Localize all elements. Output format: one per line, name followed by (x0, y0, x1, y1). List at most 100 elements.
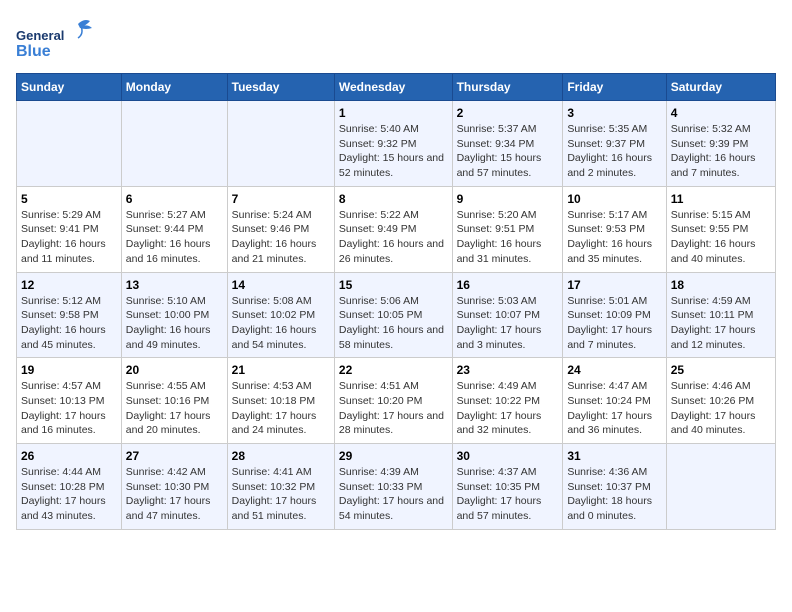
week-row-4: 19Sunrise: 4:57 AM Sunset: 10:13 PM Dayl… (17, 358, 776, 444)
week-row-2: 5 Sunrise: 5:29 AM Sunset: 9:41 PM Daylig… (17, 186, 776, 272)
day-cell: 9 Sunrise: 5:20 AM Sunset: 9:51 PM Daylig… (452, 186, 563, 272)
day-cell: 11 Sunrise: 5:15 AM Sunset: 9:55 PM Dayli… (666, 186, 775, 272)
day-info: Sunrise: 5:27 AM Sunset: 9:44 PM Dayligh… (126, 208, 223, 267)
week-row-1: 1 Sunrise: 5:40 AM Sunset: 9:32 PM Daylig… (17, 101, 776, 187)
col-header-tuesday: Tuesday (227, 74, 334, 101)
day-info: Sunrise: 5:24 AM Sunset: 9:46 PM Dayligh… (232, 208, 330, 267)
day-number: 18 (671, 278, 771, 292)
day-number: 9 (457, 192, 559, 206)
day-info: Sunrise: 5:12 AM Sunset: 9:58 PM Dayligh… (21, 294, 117, 353)
col-header-friday: Friday (563, 74, 666, 101)
day-number: 17 (567, 278, 661, 292)
day-cell (121, 101, 227, 187)
day-cell: 14 Sunrise: 5:08 AM Sunset: 10:02 PM Dayl… (227, 272, 334, 358)
day-info: Sunrise: 4:44 AM Sunset: 10:28 PM Daylig… (21, 465, 117, 524)
page-header: General Blue (16, 16, 776, 61)
day-cell: 22 Sunrise: 4:51 AM Sunset: 10:20 PM Dayl… (334, 358, 452, 444)
day-info: Sunrise: 5:20 AM Sunset: 9:51 PM Dayligh… (457, 208, 559, 267)
col-header-saturday: Saturday (666, 74, 775, 101)
day-cell: 24Sunrise: 4:47 AM Sunset: 10:24 PM Dayl… (563, 358, 666, 444)
day-number: 10 (567, 192, 661, 206)
day-number: 25 (671, 363, 771, 377)
day-info: Sunrise: 5:15 AM Sunset: 9:55 PM Dayligh… (671, 208, 771, 267)
day-cell: 10 Sunrise: 5:17 AM Sunset: 9:53 PM Dayli… (563, 186, 666, 272)
day-number: 15 (339, 278, 448, 292)
logo-svg: General Blue (16, 16, 106, 61)
day-cell: 31 Sunrise: 4:36 AM Sunset: 10:37 PM Dayl… (563, 444, 666, 530)
day-number: 27 (126, 449, 223, 463)
day-number: 14 (232, 278, 330, 292)
day-cell: 27 Sunrise: 4:42 AM Sunset: 10:30 PM Dayl… (121, 444, 227, 530)
day-info: Sunrise: 4:51 AM Sunset: 10:20 PM Daylig… (339, 379, 448, 438)
day-info: Sunrise: 5:03 AM Sunset: 10:07 PM Daylig… (457, 294, 559, 353)
day-number: 24 (567, 363, 661, 377)
day-number: 26 (21, 449, 117, 463)
day-info: Sunrise: 4:37 AM Sunset: 10:35 PM Daylig… (457, 465, 559, 524)
day-number: 19 (21, 363, 117, 377)
svg-text:General: General (16, 28, 64, 43)
day-number: 30 (457, 449, 559, 463)
day-number: 1 (339, 106, 448, 120)
day-info: Sunrise: 4:55 AM Sunset: 10:16 PM Daylig… (126, 379, 223, 438)
day-number: 21 (232, 363, 330, 377)
day-info: Sunrise: 4:59 AM Sunset: 10:11 PM Daylig… (671, 294, 771, 353)
day-cell: 15 Sunrise: 5:06 AM Sunset: 10:05 PM Dayl… (334, 272, 452, 358)
day-number: 23 (457, 363, 559, 377)
day-info: Sunrise: 5:17 AM Sunset: 9:53 PM Dayligh… (567, 208, 661, 267)
day-info: Sunrise: 4:49 AM Sunset: 10:22 PM Daylig… (457, 379, 559, 438)
day-cell: 13Sunrise: 5:10 AM Sunset: 10:00 PM Dayl… (121, 272, 227, 358)
day-info: Sunrise: 5:37 AM Sunset: 9:34 PM Dayligh… (457, 122, 559, 181)
day-cell: 21 Sunrise: 4:53 AM Sunset: 10:18 PM Dayl… (227, 358, 334, 444)
calendar-table: SundayMondayTuesdayWednesdayThursdayFrid… (16, 73, 776, 530)
day-cell: 1 Sunrise: 5:40 AM Sunset: 9:32 PM Daylig… (334, 101, 452, 187)
day-number: 22 (339, 363, 448, 377)
day-info: Sunrise: 4:46 AM Sunset: 10:26 PM Daylig… (671, 379, 771, 438)
day-info: Sunrise: 4:39 AM Sunset: 10:33 PM Daylig… (339, 465, 448, 524)
week-row-3: 12 Sunrise: 5:12 AM Sunset: 9:58 PM Dayli… (17, 272, 776, 358)
day-cell (227, 101, 334, 187)
day-info: Sunrise: 4:36 AM Sunset: 10:37 PM Daylig… (567, 465, 661, 524)
day-info: Sunrise: 4:53 AM Sunset: 10:18 PM Daylig… (232, 379, 330, 438)
day-cell: 19Sunrise: 4:57 AM Sunset: 10:13 PM Dayl… (17, 358, 122, 444)
day-info: Sunrise: 5:08 AM Sunset: 10:02 PM Daylig… (232, 294, 330, 353)
day-number: 11 (671, 192, 771, 206)
day-number: 7 (232, 192, 330, 206)
day-number: 4 (671, 106, 771, 120)
day-number: 8 (339, 192, 448, 206)
day-cell: 5 Sunrise: 5:29 AM Sunset: 9:41 PM Daylig… (17, 186, 122, 272)
logo: General Blue (16, 16, 106, 61)
day-info: Sunrise: 4:41 AM Sunset: 10:32 PM Daylig… (232, 465, 330, 524)
day-info: Sunrise: 5:10 AM Sunset: 10:00 PM Daylig… (126, 294, 223, 353)
day-cell: 25 Sunrise: 4:46 AM Sunset: 10:26 PM Dayl… (666, 358, 775, 444)
day-number: 29 (339, 449, 448, 463)
day-cell: 16Sunrise: 5:03 AM Sunset: 10:07 PM Dayl… (452, 272, 563, 358)
day-cell: 2 Sunrise: 5:37 AM Sunset: 9:34 PM Daylig… (452, 101, 563, 187)
day-number: 28 (232, 449, 330, 463)
day-number: 20 (126, 363, 223, 377)
day-info: Sunrise: 4:42 AM Sunset: 10:30 PM Daylig… (126, 465, 223, 524)
header-row: SundayMondayTuesdayWednesdayThursdayFrid… (17, 74, 776, 101)
day-number: 31 (567, 449, 661, 463)
day-info: Sunrise: 5:06 AM Sunset: 10:05 PM Daylig… (339, 294, 448, 353)
col-header-thursday: Thursday (452, 74, 563, 101)
col-header-sunday: Sunday (17, 74, 122, 101)
col-header-monday: Monday (121, 74, 227, 101)
day-info: Sunrise: 5:01 AM Sunset: 10:09 PM Daylig… (567, 294, 661, 353)
col-header-wednesday: Wednesday (334, 74, 452, 101)
day-cell: 7 Sunrise: 5:24 AM Sunset: 9:46 PM Daylig… (227, 186, 334, 272)
day-number: 5 (21, 192, 117, 206)
day-info: Sunrise: 5:22 AM Sunset: 9:49 PM Dayligh… (339, 208, 448, 267)
day-info: Sunrise: 5:40 AM Sunset: 9:32 PM Dayligh… (339, 122, 448, 181)
day-number: 6 (126, 192, 223, 206)
day-cell: 8 Sunrise: 5:22 AM Sunset: 9:49 PM Daylig… (334, 186, 452, 272)
day-cell: 18 Sunrise: 4:59 AM Sunset: 10:11 PM Dayl… (666, 272, 775, 358)
day-info: Sunrise: 5:29 AM Sunset: 9:41 PM Dayligh… (21, 208, 117, 267)
day-number: 12 (21, 278, 117, 292)
svg-text:Blue: Blue (16, 43, 51, 60)
day-number: 3 (567, 106, 661, 120)
day-number: 2 (457, 106, 559, 120)
day-cell: 23 Sunrise: 4:49 AM Sunset: 10:22 PM Dayl… (452, 358, 563, 444)
day-cell: 12 Sunrise: 5:12 AM Sunset: 9:58 PM Dayli… (17, 272, 122, 358)
day-cell: 29 Sunrise: 4:39 AM Sunset: 10:33 PM Dayl… (334, 444, 452, 530)
day-cell: 4Sunrise: 5:32 AM Sunset: 9:39 PM Daylig… (666, 101, 775, 187)
